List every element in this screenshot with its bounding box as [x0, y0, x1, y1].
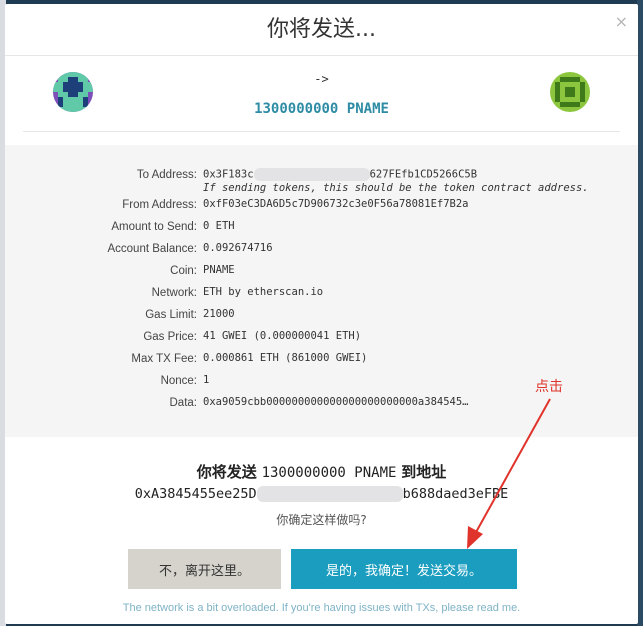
close-icon[interactable]: ×: [615, 14, 628, 30]
detail-row-balance: Account Balance: 0.092674716: [5, 239, 638, 261]
confirm-section: 你将发送 1300000000 PNAME 到地址 0xA3845455ee25…: [5, 437, 638, 528]
detail-row-amount: Amount to Send: 0 ETH: [5, 217, 638, 239]
detail-label: Coin:: [170, 265, 197, 277]
confirm-address: 0xA3845455ee25D b688daed3eFBE: [5, 486, 638, 502]
detail-row-gas-limit: Gas Limit: 21000: [5, 305, 638, 327]
detail-row-data: Data: 0xa9059cbb000000000000000000000000…: [5, 393, 638, 415]
confirm-send-button[interactable]: 是的，我确定！发送交易。: [291, 549, 517, 589]
detail-value: 41 GWEI (0.000000041 ETH): [203, 330, 362, 342]
network-overload-link[interactable]: The network is a bit overloaded. If you'…: [5, 602, 638, 614]
detail-value: ETH by etherscan.io: [203, 286, 324, 298]
confirm-amount: 1300000000 PNAME: [261, 465, 397, 481]
redaction-block: [256, 486, 403, 502]
detail-row-to-address: To Address: 0x3F183c 627FEfb1CD5266C5B If…: [5, 165, 638, 195]
confirm-suffix: 到地址: [401, 463, 447, 481]
confirm-address-start: 0xA3845455ee25D: [134, 486, 257, 502]
detail-value: 1: [203, 374, 210, 386]
to-identicon-icon: [550, 72, 590, 112]
detail-label: Network:: [151, 287, 197, 299]
detail-row-gas-price: Gas Price: 41 GWEI (0.000000041 ETH): [5, 327, 638, 349]
modal-title: 你将发送...: [267, 17, 376, 42]
detail-value: 21000: [203, 308, 235, 320]
detail-label: From Address:: [122, 199, 197, 211]
detail-label: Nonce:: [160, 375, 197, 387]
detail-value: 0.092674716: [203, 242, 273, 254]
confirm-prefix: 你将发送: [196, 463, 257, 481]
redaction-block: [253, 168, 370, 181]
transfer-arrow: ->: [314, 72, 329, 86]
to-address-end: 627FEfb1CD5266C5B: [369, 168, 478, 181]
detail-row-network: Network: ETH by etherscan.io: [5, 283, 638, 305]
detail-value: 0.000861 ETH (861000 GWEI): [203, 352, 368, 364]
detail-row-max-fee: Max TX Fee: 0.000861 ETH (861000 GWEI): [5, 349, 638, 371]
detail-value: 0xa9059cbb000000000000000000000000a38454…: [203, 396, 469, 408]
detail-label: Amount to Send:: [111, 221, 197, 233]
detail-label: To Address:: [136, 169, 197, 181]
confirm-summary: 你将发送 1300000000 PNAME 到地址: [5, 461, 638, 482]
detail-value: 0xfF03eC3DA6D5c7D906732c3e0F56a78081Ef7B…: [203, 198, 469, 210]
detail-value: 0 ETH: [203, 220, 235, 232]
detail-label: Gas Price:: [143, 331, 197, 343]
detail-label: Gas Limit:: [145, 309, 197, 321]
token-contract-hint: If sending tokens, this should be the to…: [203, 182, 589, 194]
detail-label: Data:: [169, 397, 198, 409]
detail-label: Max TX Fee:: [131, 353, 197, 365]
to-address-start: 0x3F183c: [203, 168, 254, 181]
annotation-label: 点击: [535, 379, 563, 395]
tx-summary: -> 1300000000 PNAME: [23, 56, 620, 132]
cancel-button[interactable]: 不，离开这里。: [128, 549, 281, 589]
confirm-question: 你确定这样做吗?: [276, 513, 367, 527]
detail-row-coin: Coin: PNAME: [5, 261, 638, 283]
detail-label: Account Balance:: [107, 243, 197, 255]
modal-header: 你将发送... ×: [5, 4, 638, 56]
detail-row-from-address: From Address: 0xfF03eC3DA6D5c7D906732c3e…: [5, 195, 638, 217]
send-confirm-modal: 你将发送... × -> 1300000000 PNAME To Address…: [5, 4, 638, 624]
detail-value: 0x3F183c 627FEfb1CD5266C5B: [203, 168, 477, 181]
detail-value: PNAME: [203, 264, 235, 276]
send-amount: 1300000000 PNAME: [254, 101, 389, 117]
confirm-address-end: b688daed3eFBE: [402, 486, 509, 502]
